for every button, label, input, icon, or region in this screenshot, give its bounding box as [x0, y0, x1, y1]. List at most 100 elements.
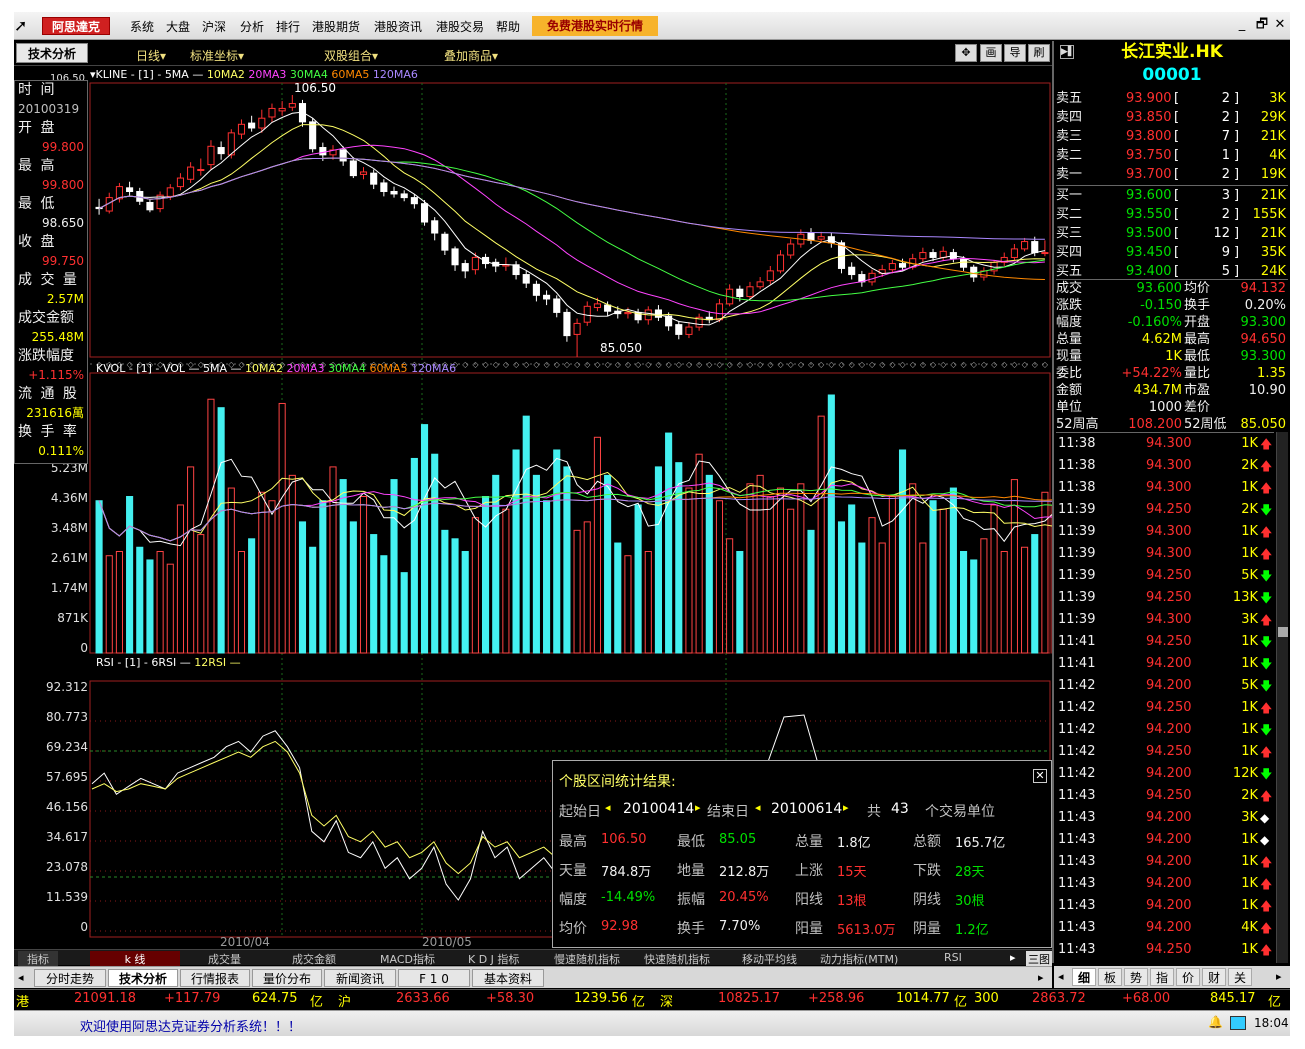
candle-body — [929, 252, 937, 258]
tab-amount[interactable]: 成交金额 — [292, 951, 336, 967]
menu-market[interactable]: 大盘 — [166, 18, 190, 35]
arrow-right-icon[interactable]: ▸ — [1276, 970, 1282, 983]
tick-time: 11:42 — [1058, 766, 1096, 781]
tab-three-chart[interactable]: 三图 — [1026, 951, 1052, 967]
stat-value: 1000 — [1148, 400, 1182, 415]
side-tab-related[interactable]: 关 — [1228, 968, 1252, 986]
period-dropdown[interactable]: 日线▾ — [136, 47, 166, 64]
tab-slow-stoch[interactable]: 慢速随机指标 — [554, 951, 620, 967]
arrow-left-icon[interactable]: ◂ — [18, 971, 24, 984]
volume-bar — [400, 572, 408, 654]
tick-volume: 1K — [1241, 898, 1258, 913]
end-date[interactable]: 20100614 — [771, 801, 842, 817]
menu-help[interactable]: 帮助 — [496, 18, 520, 35]
tab-intraday[interactable]: 分时走势 — [34, 969, 106, 987]
quote-stat-row: 总量 4.62M 最高 94.650 — [1056, 331, 1288, 348]
arrow-right-icon[interactable]: ▸ — [843, 801, 849, 814]
market-ticker: 港 21091.18 +117.79 624.75 亿沪 2633.66 +58.30 123… — [14, 989, 1290, 1010]
diamond-marker: ◇ — [655, 360, 662, 369]
arrow-right-icon[interactable]: ▸ — [695, 801, 701, 814]
promo-button[interactable]: 免费港股实时行情 — [532, 16, 658, 36]
bracket: [ — [1174, 148, 1180, 163]
tab-fundamentals[interactable]: 基本资料 — [472, 969, 544, 987]
vol-legend-ma10: 10MA2 — [245, 362, 284, 375]
arrow-left-icon[interactable]: ◂ — [605, 801, 611, 814]
axis-dropdown[interactable]: 标准坐标▾ — [190, 47, 244, 64]
arrow-left-icon[interactable]: ◂ — [1058, 970, 1064, 983]
volume-bar — [522, 415, 530, 654]
overlay-dropdown[interactable]: 叠加商品▾ — [444, 47, 498, 64]
side-tab-detail[interactable]: 细 — [1072, 968, 1096, 986]
diamond-marker: ◇ — [645, 360, 652, 369]
tab-rsi[interactable]: RSI — [944, 951, 962, 964]
diamond-marker: ◇ — [971, 360, 978, 369]
tab-quote-report[interactable]: 行情报表 — [180, 969, 250, 987]
volume-bar — [675, 462, 683, 654]
dual-stock-dropdown[interactable]: 双股组合▾ — [324, 47, 378, 64]
volume-bar — [441, 529, 449, 654]
tick-volume: 4K — [1241, 920, 1258, 935]
tab-ma[interactable]: 移动平均线 — [742, 951, 797, 967]
move-icon[interactable]: ✥ — [955, 44, 977, 62]
tick-row: 11:42 94.200 5K 🡇 — [1056, 675, 1274, 697]
stat-label: 总量 — [1056, 332, 1083, 347]
tab-kdj[interactable]: K D J 指标 — [468, 951, 519, 967]
quote-stat-row: 成交 93.600 均价 94.132 — [1056, 280, 1288, 297]
tab-macd[interactable]: MACD指标 — [380, 951, 435, 967]
order-book-row: 买一 93.600[3] 21K — [1056, 186, 1288, 205]
refresh-icon[interactable]: 刷 — [1028, 44, 1050, 62]
tab-mtm[interactable]: 动力指标(MTM) — [820, 951, 898, 967]
tab-tech-analysis-main[interactable]: 技术分析 — [108, 969, 178, 987]
tab-fast-stoch[interactable]: 快速随机指标 — [644, 951, 710, 967]
diamond-marker: ◇ — [767, 360, 774, 369]
tab-news[interactable]: 新闻资讯 — [324, 969, 396, 987]
tab-f10[interactable]: F 1 0 — [398, 969, 470, 987]
side-tab-trend[interactable]: 势 — [1124, 968, 1148, 986]
arrow-right-icon[interactable]: ▸ — [1010, 951, 1016, 964]
tick-price: 94.300 — [1146, 524, 1192, 539]
tab-kline[interactable]: k 线 — [90, 951, 180, 967]
minimize-icon[interactable]: _ — [1234, 17, 1250, 33]
popup-stat-value: 20.45% — [719, 890, 769, 905]
arrow-left-icon[interactable]: ◂ — [755, 801, 761, 814]
candle-body — [319, 147, 327, 156]
arrow-right-icon[interactable]: ▸ — [1038, 971, 1044, 984]
candle-body — [787, 243, 795, 256]
scrollbar-thumb[interactable] — [1278, 627, 1288, 637]
candle-body — [939, 250, 947, 258]
tab-indicator[interactable]: 指标 — [18, 951, 58, 967]
restore-icon[interactable]: 🗗 — [1254, 17, 1270, 33]
start-date[interactable]: 20100414 — [623, 801, 694, 817]
close-icon[interactable]: ✕ — [1272, 17, 1288, 33]
draw-icon[interactable]: 画 — [980, 44, 1002, 62]
vol-legend-param: - [1] - — [128, 362, 160, 375]
side-tab-index[interactable]: 指 — [1150, 968, 1174, 986]
menu-hk-futures[interactable]: 港股期货 — [312, 18, 360, 35]
menu-hk-trade[interactable]: 港股交易 — [436, 18, 484, 35]
tick-scrollbar[interactable] — [1276, 432, 1288, 963]
bracket: [ — [1174, 245, 1180, 260]
monitor-icon[interactable] — [1230, 1016, 1246, 1030]
tab-volume[interactable]: 成交量 — [208, 951, 241, 967]
tick-price: 94.300 — [1146, 612, 1192, 627]
menu-analysis[interactable]: 分析 — [240, 18, 264, 35]
tick-volume: 1K — [1241, 436, 1258, 451]
close-icon[interactable]: ✕ — [1033, 769, 1047, 783]
menu-ranking[interactable]: 排行 — [276, 18, 300, 35]
menu-system[interactable]: 系统 — [130, 18, 154, 35]
menu-hk-news[interactable]: 港股资讯 — [374, 18, 422, 35]
stat-label: 量比 — [1184, 366, 1211, 381]
menu-shsz[interactable]: 沪深 — [202, 18, 226, 35]
popup-stat-value: 1.2亿 — [955, 923, 989, 938]
side-tab-price[interactable]: 价 — [1176, 968, 1200, 986]
bell-icon[interactable]: 🔔 — [1208, 1015, 1226, 1031]
order-volume: 19K — [1260, 167, 1286, 182]
side-tab-finance[interactable]: 财 — [1202, 968, 1226, 986]
side-tab-board[interactable]: 板 — [1098, 968, 1122, 986]
rsi-line — [91, 740, 557, 875]
tab-tech-analysis[interactable]: 技术分析 — [16, 43, 88, 63]
export-icon[interactable]: 导 — [1004, 44, 1026, 62]
tab-volume-profile[interactable]: 量价分布 — [252, 969, 322, 987]
candle-body — [848, 266, 856, 276]
arrow-up-icon: 🡅 — [1260, 899, 1273, 913]
